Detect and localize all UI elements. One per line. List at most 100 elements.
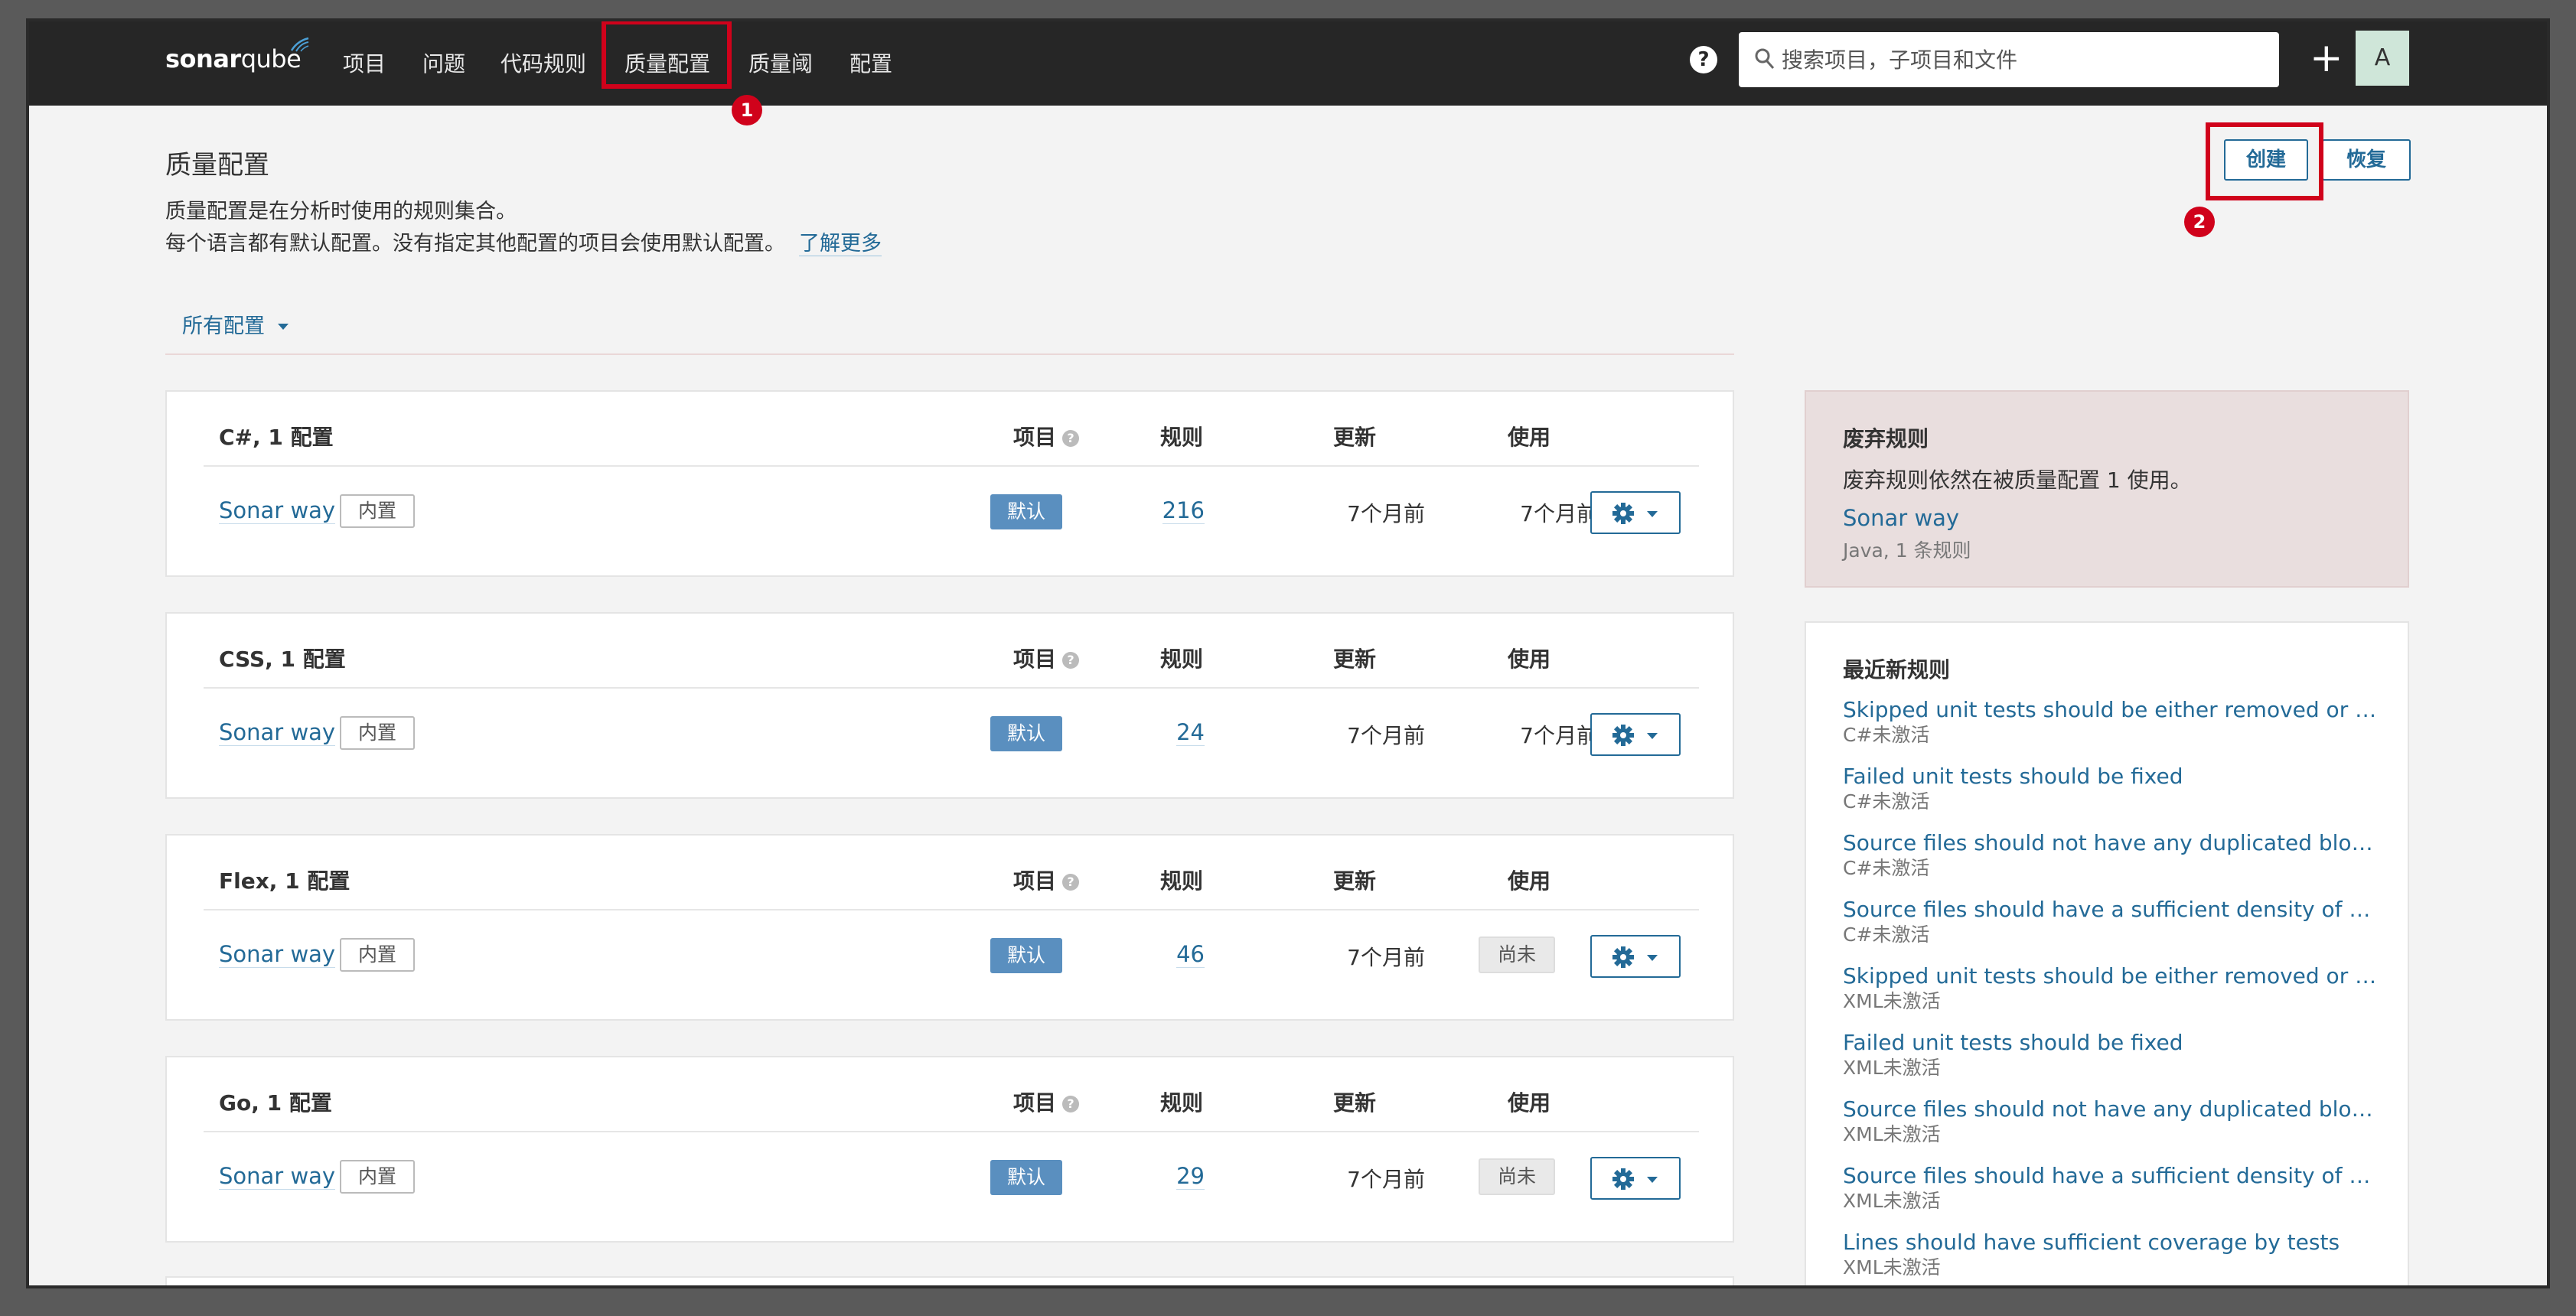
col-header-rules: 规则 <box>1160 425 1204 450</box>
col-header-updated: 更新 <box>1333 1090 1377 1116</box>
default-badge: 默认 <box>990 1160 1062 1195</box>
rules-count-link[interactable]: 216 <box>1162 497 1205 524</box>
language-title: C#, 1 配置 <box>219 425 334 450</box>
browser-window: sonarqube 项目 问题 代码规则 质量配置 质量阈 配置 ? + A 1… <box>29 21 2547 1285</box>
recent-rules-title: 最近新规则 <box>1843 657 1951 682</box>
highlight-box-quality-profiles <box>602 21 732 89</box>
recent-rule-item: Skipped unit tests should be either remo… <box>1843 696 2379 747</box>
description-line-2: 每个语言都有默认配置。没有指定其他配置的项目会使用默认配置。 了解更多 <box>165 232 882 256</box>
filter-divider <box>165 353 1734 355</box>
used-value: 7个月前 <box>1520 723 1598 748</box>
profile-actions-button[interactable] <box>1590 491 1681 534</box>
recent-rule-link[interactable]: Source files should not have any duplica… <box>1843 829 2379 857</box>
rules-count-link[interactable]: 24 <box>1176 719 1205 746</box>
chevron-down-icon <box>1647 511 1658 517</box>
recent-rule-link[interactable]: Failed unit tests should be fixed <box>1843 763 2379 790</box>
col-header-updated: 更新 <box>1333 425 1377 450</box>
col-header-rules: 规则 <box>1160 647 1204 672</box>
recent-rule-language: XML未激活 <box>1843 990 1941 1012</box>
col-header-projects: 项目? <box>1013 865 1080 895</box>
help-circle-icon[interactable]: ? <box>1062 874 1080 891</box>
builtin-badge: 内置 <box>340 716 415 750</box>
col-header-projects: 项目? <box>1013 1086 1080 1117</box>
never-used-badge: 尚未 <box>1479 937 1555 973</box>
search-box[interactable] <box>1739 32 2279 87</box>
chevron-down-icon <box>1647 1177 1658 1183</box>
recent-rule-link[interactable]: Failed unit tests should be fixed <box>1843 1029 2379 1057</box>
create-plus-icon[interactable]: + <box>2310 37 2343 80</box>
builtin-badge: 内置 <box>340 1160 415 1194</box>
rules-count-link[interactable]: 46 <box>1176 941 1205 968</box>
page-description: 质量配置是在分析时使用的规则集合。 每个语言都有默认配置。没有指定其他配置的项目… <box>165 196 882 260</box>
recent-rule-item: Lines should have sufficient coverage by… <box>1843 1229 2379 1279</box>
recent-rule-link[interactable]: Source files should not have any duplica… <box>1843 1096 2379 1123</box>
default-badge: 默认 <box>990 716 1062 751</box>
recent-rule-link[interactable]: Skipped unit tests should be either remo… <box>1843 963 2379 990</box>
description-line-1: 质量配置是在分析时使用的规则集合。 <box>165 200 517 223</box>
recent-rule-item: Failed unit tests should be fixed C#未激活 <box>1843 763 2379 813</box>
chevron-down-icon <box>277 324 289 330</box>
learn-more-link[interactable]: 了解更多 <box>799 232 882 256</box>
recent-rule-language: C#未激活 <box>1843 790 1930 813</box>
language-title: CSS, 1 配置 <box>219 647 346 672</box>
nav-item-administration[interactable]: 配置 <box>849 47 892 78</box>
restore-button[interactable]: 恢复 <box>2322 139 2411 181</box>
recent-rule-item: Source files should not have any duplica… <box>1843 1096 2379 1146</box>
gear-icon <box>1612 503 1634 524</box>
recent-rule-language: XML未激活 <box>1843 1123 1941 1145</box>
recent-rule-language: C#未激活 <box>1843 857 1930 879</box>
help-circle-icon[interactable]: ? <box>1062 652 1080 669</box>
profile-name-link[interactable]: Sonar way <box>219 719 336 746</box>
help-circle-icon[interactable]: ? <box>1062 430 1080 447</box>
nav-item-issues[interactable]: 问题 <box>422 47 465 78</box>
rules-count-link[interactable]: 29 <box>1176 1163 1205 1190</box>
col-header-used: 使用 <box>1508 647 1551 672</box>
logo-waves-icon <box>291 37 309 52</box>
builtin-badge: 内置 <box>340 494 415 528</box>
deprecated-description: 废弃规则依然在被质量配置 1 使用。 <box>1843 467 2192 493</box>
user-avatar[interactable]: A <box>2356 31 2409 86</box>
search-input[interactable] <box>1782 43 2256 77</box>
profile-card: CSS, 1 配置 项目? 规则 更新 使用 Sonar way 内置 默认 24 7个月前 7个月… <box>165 612 1734 799</box>
chevron-down-icon <box>1647 733 1658 739</box>
updated-value: 7个月前 <box>1347 723 1425 748</box>
updated-value: 7个月前 <box>1347 501 1425 526</box>
recent-rule-item: Failed unit tests should be fixed XML未激活 <box>1843 1029 2379 1080</box>
recent-rule-item: Source files should not have any duplica… <box>1843 829 2379 880</box>
profile-name-link[interactable]: Sonar way <box>219 941 336 968</box>
nav-item-projects[interactable]: 项目 <box>343 47 386 78</box>
help-icon[interactable]: ? <box>1690 46 1717 73</box>
profile-name-link[interactable]: Sonar way <box>219 1163 336 1190</box>
language-title: Go, 1 配置 <box>219 1090 332 1116</box>
card-divider <box>204 465 1699 467</box>
builtin-badge: 内置 <box>340 938 415 972</box>
profile-actions-button[interactable] <box>1590 1157 1681 1200</box>
profile-actions-button[interactable] <box>1590 713 1681 756</box>
gear-icon <box>1612 946 1634 968</box>
recent-rule-link[interactable]: Lines should have sufficient coverage by… <box>1843 1229 2379 1256</box>
profile-card: C#, 1 配置 项目? 规则 更新 使用 Sonar way 内置 默认 216 7个月前 7个月… <box>165 390 1734 577</box>
profile-actions-button[interactable] <box>1590 935 1681 978</box>
profile-filter-dropdown[interactable]: 所有配置 <box>182 309 289 339</box>
col-header-rules: 规则 <box>1160 1090 1204 1116</box>
recent-rule-item: Source files should have a sufficient de… <box>1843 1162 2379 1213</box>
profile-name-link[interactable]: Sonar way <box>219 497 336 524</box>
never-used-badge: 尚未 <box>1479 1158 1555 1195</box>
card-divider <box>204 1131 1699 1132</box>
nav-item-quality-gates[interactable]: 质量阈 <box>748 47 813 78</box>
updated-value: 7个月前 <box>1347 945 1425 970</box>
help-circle-icon[interactable]: ? <box>1062 1096 1080 1112</box>
deprecated-profile-link[interactable]: Sonar way <box>1843 505 1959 531</box>
recent-rule-link[interactable]: Source files should have a sufficient de… <box>1843 896 2379 923</box>
recent-rule-language: C#未激活 <box>1843 724 1930 746</box>
sonarqube-logo[interactable]: sonarqube <box>165 37 309 83</box>
default-badge: 默认 <box>990 494 1062 529</box>
col-header-used: 使用 <box>1508 868 1551 894</box>
card-divider <box>204 909 1699 910</box>
recent-rule-language: XML未激活 <box>1843 1190 1941 1212</box>
col-header-updated: 更新 <box>1333 647 1377 672</box>
recent-rule-link[interactable]: Source files should have a sufficient de… <box>1843 1162 2379 1190</box>
recent-rule-link[interactable]: Skipped unit tests should be either remo… <box>1843 696 2379 724</box>
page-title: 质量配置 <box>165 150 269 181</box>
nav-item-rules[interactable]: 代码规则 <box>501 47 586 78</box>
